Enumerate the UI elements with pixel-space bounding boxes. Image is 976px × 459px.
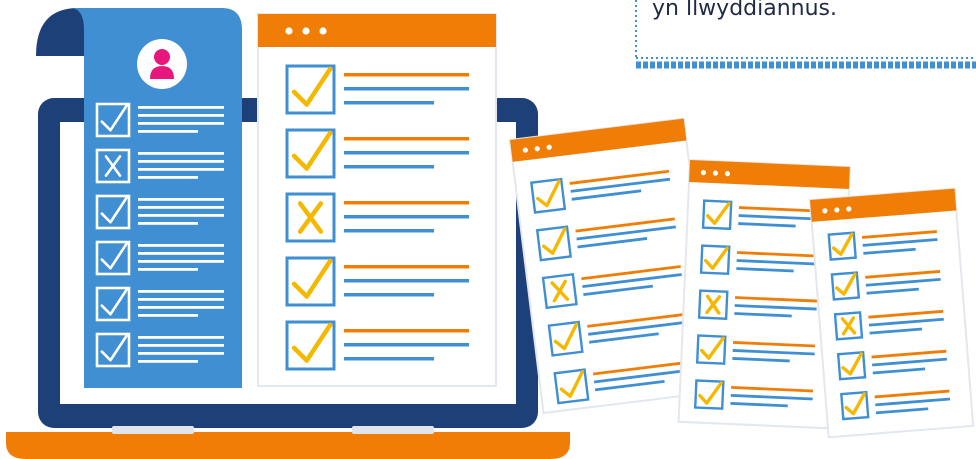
callout-text: yn llwyddiannus. (652, 0, 838, 21)
checklist-illustration: yn llwyddiannus. (6, 0, 976, 459)
